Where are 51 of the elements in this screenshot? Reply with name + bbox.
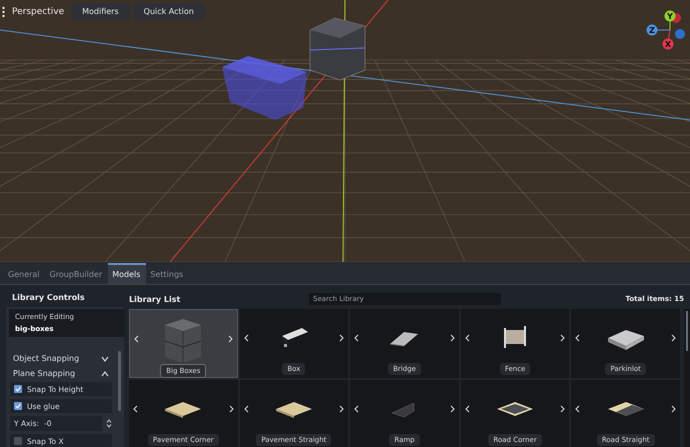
panel-title: Library List bbox=[129, 294, 182, 304]
next-icon[interactable] bbox=[560, 405, 566, 413]
pavement-tile-icon bbox=[165, 402, 202, 418]
parking-lot-model-icon bbox=[608, 330, 644, 350]
menu-icon[interactable] bbox=[2, 6, 5, 18]
next-icon[interactable] bbox=[450, 334, 455, 342]
next-icon[interactable] bbox=[560, 334, 566, 342]
next-icon[interactable] bbox=[228, 335, 233, 343]
previous-icon[interactable] bbox=[354, 334, 360, 342]
next-icon[interactable] bbox=[339, 405, 344, 413]
stacked-cube-icon bbox=[164, 319, 202, 364]
ramp-model-icon bbox=[392, 402, 415, 418]
checkbox[interactable] bbox=[14, 385, 22, 393]
check-icon bbox=[15, 386, 21, 392]
previous-icon[interactable] bbox=[354, 405, 360, 413]
axis-label: Z bbox=[649, 26, 655, 35]
previous-icon[interactable] bbox=[575, 405, 580, 413]
fence-model-icon bbox=[504, 326, 526, 348]
previous-icon[interactable] bbox=[133, 405, 138, 413]
axis-label: X bbox=[664, 40, 672, 49]
previous-icon[interactable] bbox=[244, 405, 249, 413]
checkbox[interactable] bbox=[14, 402, 22, 410]
axis-gizmo-drawing[interactable]: Y Z X bbox=[636, 6, 686, 52]
section-header[interactable]: Object Snapping bbox=[10, 351, 112, 366]
previous-icon[interactable] bbox=[575, 334, 580, 342]
panel-title: Library Controls bbox=[11, 292, 86, 304]
previous-icon[interactable] bbox=[464, 405, 470, 413]
pavement-tile-icon bbox=[276, 402, 312, 418]
axis-label: Y bbox=[667, 12, 673, 21]
next-icon[interactable] bbox=[670, 334, 676, 342]
section-header[interactable]: Plane Snapping bbox=[10, 366, 112, 381]
next-icon[interactable] bbox=[670, 405, 676, 413]
checkbox[interactable] bbox=[14, 437, 22, 445]
next-icon[interactable] bbox=[450, 405, 455, 413]
check-icon bbox=[15, 403, 21, 409]
spinner-arrows-icon[interactable] bbox=[106, 419, 112, 428]
tab[interactable]: Settings bbox=[146, 265, 190, 284]
view-mode-button[interactable]: Perspective bbox=[8, 4, 68, 20]
road-tile-icon bbox=[608, 402, 644, 416]
previous-icon[interactable] bbox=[134, 335, 139, 343]
previous-icon[interactable] bbox=[464, 334, 470, 342]
scrollbar[interactable] bbox=[684, 309, 690, 447]
previous-icon[interactable] bbox=[244, 334, 249, 342]
tab[interactable]: GroupBuilder bbox=[46, 265, 108, 284]
next-icon[interactable] bbox=[339, 334, 344, 342]
toolbar-button[interactable]: Modifiers bbox=[71, 3, 130, 20]
road-tile-icon bbox=[497, 402, 534, 416]
toolbar-button[interactable]: Quick Action bbox=[132, 3, 205, 20]
tab[interactable]: Models bbox=[108, 263, 146, 284]
next-icon[interactable] bbox=[228, 405, 234, 413]
tab[interactable]: General bbox=[4, 265, 46, 284]
